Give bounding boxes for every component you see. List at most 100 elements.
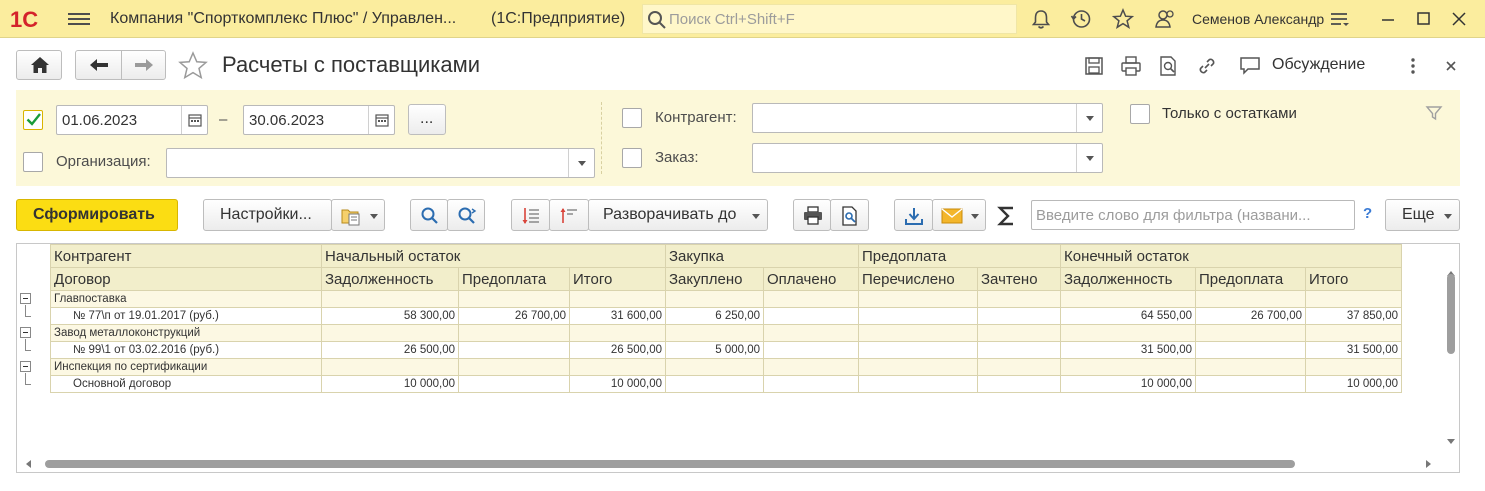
discussion-link[interactable]: Обсуждение [1272, 56, 1365, 74]
value-cell[interactable] [763, 324, 859, 342]
value-cell[interactable] [858, 358, 978, 376]
period-checkbox[interactable] [23, 110, 43, 130]
contract-name-cell[interactable]: № 77\п от 19.01.2017 (руб.) [50, 307, 322, 325]
expand-to-button[interactable]: Разворачивать до [588, 199, 768, 231]
value-cell[interactable]: 31 500,00 [1305, 341, 1402, 359]
settings-button[interactable]: Настройки... [203, 199, 332, 231]
value-cell[interactable] [569, 358, 666, 376]
print-report-button[interactable] [793, 199, 831, 231]
value-cell[interactable] [1060, 290, 1196, 308]
value-cell[interactable] [858, 290, 978, 308]
value-cell[interactable] [977, 375, 1061, 393]
value-cell[interactable] [458, 375, 570, 393]
counterparty-group-row[interactable]: Завод металлоконструкций [50, 324, 1402, 342]
scroll-down-icon[interactable] [1447, 439, 1455, 444]
calendar-icon[interactable] [368, 106, 394, 134]
expand-all-button[interactable] [511, 199, 550, 231]
counterparty-name-cell[interactable]: Завод металлоконструкций [50, 324, 322, 342]
value-cell[interactable]: 31 500,00 [1060, 341, 1196, 359]
value-cell[interactable]: 26 500,00 [569, 341, 666, 359]
value-cell[interactable] [665, 375, 764, 393]
collapse-group-icon[interactable] [20, 361, 31, 372]
value-cell[interactable] [665, 324, 764, 342]
scroll-right-icon[interactable] [1426, 460, 1431, 468]
value-cell[interactable] [763, 290, 859, 308]
value-cell[interactable]: 10 000,00 [1305, 375, 1402, 393]
value-cell[interactable] [665, 358, 764, 376]
close-form-icon[interactable] [1440, 55, 1462, 77]
save-icon[interactable] [1083, 55, 1105, 77]
value-cell[interactable] [1060, 324, 1196, 342]
back-button[interactable] [75, 50, 122, 80]
maximize-icon[interactable] [1412, 8, 1434, 30]
value-cell[interactable] [977, 290, 1061, 308]
filter-funnel-icon[interactable] [1425, 104, 1443, 122]
value-cell[interactable]: 10 000,00 [321, 375, 459, 393]
contract-name-cell[interactable]: Основной договор [50, 375, 322, 393]
value-cell[interactable] [977, 358, 1061, 376]
value-cell[interactable] [977, 324, 1061, 342]
counterparty-name-cell[interactable]: Главпоставка [50, 290, 322, 308]
value-cell[interactable] [458, 324, 570, 342]
print-preview-button[interactable] [830, 199, 869, 231]
value-cell[interactable] [763, 375, 859, 393]
more-actions-icon[interactable] [1402, 55, 1424, 77]
send-email-button[interactable] [932, 199, 986, 231]
discussion-icon[interactable] [1239, 55, 1261, 77]
minimize-icon[interactable] [1377, 8, 1399, 30]
settings-menu-icon[interactable] [1328, 8, 1350, 30]
main-menu-icon[interactable] [68, 10, 90, 28]
report-spreadsheet[interactable]: Контрагент Начальный остаток Закупка Предоп… [16, 243, 1460, 473]
current-user-name[interactable]: Семенов Александр [1192, 11, 1324, 27]
value-cell[interactable]: 10 000,00 [1060, 375, 1196, 393]
value-cell[interactable] [321, 290, 459, 308]
find-button[interactable] [410, 199, 448, 231]
value-cell[interactable] [1060, 358, 1196, 376]
forward-button[interactable] [121, 50, 166, 80]
value-cell[interactable] [977, 307, 1061, 325]
value-cell[interactable] [321, 358, 459, 376]
contract-row[interactable]: № 77\п от 19.01.2017 (руб.) 58 300,00 26 7… [50, 307, 1402, 325]
only-balance-checkbox[interactable] [1130, 104, 1150, 124]
user-icon[interactable] [1154, 8, 1176, 30]
value-cell[interactable]: 58 300,00 [321, 307, 459, 325]
find-next-button[interactable] [447, 199, 485, 231]
value-cell[interactable]: 5 000,00 [665, 341, 764, 359]
link-icon[interactable] [1196, 55, 1218, 77]
collapse-group-icon[interactable] [20, 327, 31, 338]
value-cell[interactable] [569, 324, 666, 342]
scroll-left-icon[interactable] [26, 460, 31, 468]
value-cell[interactable] [569, 290, 666, 308]
organization-checkbox[interactable] [23, 152, 43, 172]
home-button[interactable] [16, 50, 62, 80]
value-cell[interactable] [1195, 290, 1306, 308]
chevron-down-icon[interactable] [568, 149, 594, 177]
report-filter-input[interactable]: Введите слово для фильтра (названи... [1031, 200, 1355, 230]
preview-icon[interactable] [1157, 55, 1179, 77]
value-cell[interactable] [665, 290, 764, 308]
collapse-group-icon[interactable] [20, 293, 31, 304]
value-cell[interactable]: 10 000,00 [569, 375, 666, 393]
value-cell[interactable] [763, 341, 859, 359]
generate-report-button[interactable]: Сформировать [16, 199, 178, 231]
save-to-file-button[interactable] [894, 199, 933, 231]
value-cell[interactable] [321, 324, 459, 342]
value-cell[interactable]: 26 700,00 [1195, 307, 1306, 325]
order-checkbox[interactable] [622, 148, 642, 168]
value-cell[interactable] [858, 307, 978, 325]
order-field[interactable] [752, 143, 1103, 173]
favorites-star-icon[interactable] [1112, 8, 1134, 30]
add-to-favorites-star-icon[interactable] [178, 51, 208, 81]
calendar-icon[interactable] [181, 106, 207, 134]
value-cell[interactable] [1305, 290, 1402, 308]
print-icon[interactable] [1120, 55, 1142, 77]
value-cell[interactable] [1195, 375, 1306, 393]
value-cell[interactable] [458, 290, 570, 308]
counterparty-group-row[interactable]: Инспекция по сертификации [50, 358, 1402, 376]
select-period-button[interactable]: ... [408, 104, 446, 135]
sum-icon[interactable] [997, 205, 1017, 227]
value-cell[interactable] [858, 341, 978, 359]
organization-field[interactable] [166, 148, 595, 178]
counterparty-checkbox[interactable] [622, 108, 642, 128]
value-cell[interactable] [763, 307, 859, 325]
